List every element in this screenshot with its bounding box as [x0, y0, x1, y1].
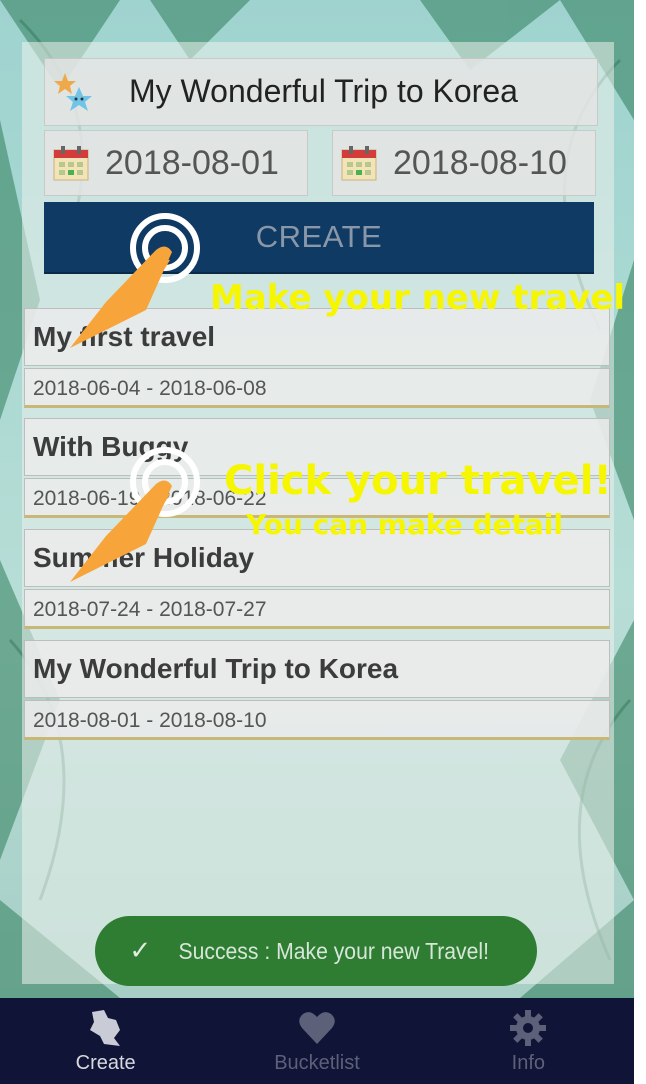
bottom-nav: Create Bucketlist Info [0, 998, 634, 1084]
nav-create[interactable]: Create [0, 998, 211, 1084]
tap-hand-icon [70, 447, 200, 582]
nav-info[interactable]: Info [423, 998, 634, 1084]
travel-title-value: My Wonderful Trip to Korea [129, 73, 518, 109]
start-date-value: 2018-08-01 [105, 144, 279, 182]
start-date-field[interactable]: 2018-08-01 [44, 130, 308, 196]
travel-dates: 2018-07-24 - 2018-07-27 [24, 589, 610, 629]
hint-make-detail: You can make detail [246, 508, 563, 541]
map-pieces-icon [89, 1010, 120, 1046]
calendar-icon [53, 146, 89, 181]
travel-name: My Wonderful Trip to Korea [24, 640, 610, 698]
travel-dates: 2018-06-04 - 2018-06-08 [24, 368, 610, 408]
nav-label: Create [75, 1052, 136, 1074]
toast-message: Success : Make your new Travel! [178, 937, 490, 964]
calendar-icon [341, 146, 377, 181]
screen-edge [634, 0, 646, 1084]
tap-hand-icon [70, 213, 200, 348]
end-date-value: 2018-08-10 [393, 144, 567, 182]
check-icon: ✓ [129, 936, 152, 966]
stars-icon [54, 73, 92, 111]
travel-title-field[interactable]: My Wonderful Trip to Korea [44, 58, 598, 126]
heart-icon [299, 1012, 335, 1044]
success-toast: ✓ Success : Make your new Travel! [95, 916, 537, 986]
hint-make-new: Make your new travel [210, 278, 626, 318]
travel-dates: 2018-08-01 - 2018-08-10 [24, 700, 610, 740]
nav-label: Info [511, 1052, 545, 1074]
hint-click-travel: Click your travel! [224, 458, 612, 504]
nav-bucketlist[interactable]: Bucketlist [211, 998, 422, 1084]
end-date-field[interactable]: 2018-08-10 [332, 130, 596, 196]
nav-label: Bucketlist [274, 1052, 360, 1074]
travel-card[interactable]: My Wonderful Trip to Korea 2018-08-01 - … [24, 640, 610, 740]
gear-icon [510, 1010, 547, 1046]
